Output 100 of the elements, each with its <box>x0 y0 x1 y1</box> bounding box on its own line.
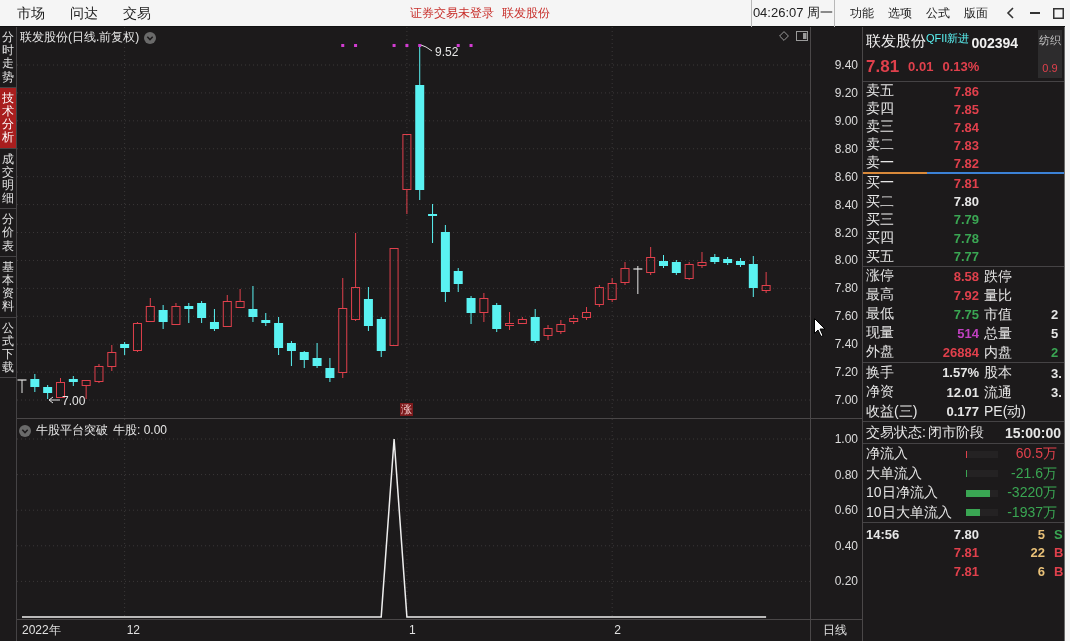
tick-price: 7.81 <box>953 545 979 561</box>
stat-label: 现量 <box>866 324 894 343</box>
order-label: 卖五 <box>866 82 894 100</box>
axis-tick-label: 1.00 <box>834 432 858 446</box>
order-price: 7.85 <box>953 101 979 117</box>
menu-item[interactable]: 问达 <box>70 4 98 22</box>
price-axis-label: 7.00 <box>834 393 858 408</box>
stat-value: 3. <box>1051 365 1062 381</box>
stock-name: 联发股份 <box>866 32 926 51</box>
order-price: 7.80 <box>953 194 979 210</box>
flow-value: 60.5万 <box>1014 445 1058 464</box>
indicator-name: 牛股平台突破 <box>36 422 108 439</box>
axis-tick-label: 0.20 <box>834 574 858 589</box>
stat-label: 最低 <box>866 305 894 324</box>
menu-item[interactable]: 功能 <box>850 4 874 22</box>
date-axis-label: 1 <box>408 622 416 638</box>
side-tab[interactable]: 技术分析 <box>0 87 16 149</box>
order-price: 7.78 <box>953 230 979 246</box>
tick-volume: 5 <box>1037 526 1045 542</box>
tick-price: 7.80 <box>953 526 979 542</box>
date-axis-label: 12 <box>126 622 140 638</box>
stat-label: 内盘 <box>984 343 1012 360</box>
order-price: 7.84 <box>953 119 979 135</box>
stat-value: 2 <box>1051 307 1059 323</box>
stat-value: 514 <box>957 325 979 341</box>
price-axis-label: 7.80 <box>834 281 858 296</box>
tick-side: S <box>1054 526 1063 542</box>
flow-value: -21.6万 <box>1010 464 1058 483</box>
tick-side: B <box>1054 563 1064 579</box>
menu-item[interactable]: 交易 <box>123 4 151 22</box>
stat-value: 3. <box>1051 385 1062 401</box>
stat-label: 股本 <box>984 364 1012 381</box>
order-label: 买五 <box>866 247 894 266</box>
flow-value: -3220万 <box>1006 484 1058 503</box>
chart-title: 联发股份(日线.前复权) <box>20 29 140 46</box>
login-status: 证券交易未登录 <box>410 4 494 22</box>
tick-price: 7.81 <box>953 563 979 579</box>
tick-time: 14:56 <box>866 526 900 542</box>
order-price: 7.81 <box>953 175 979 191</box>
stat-label: 涨停 <box>866 267 894 286</box>
stock-code: 002394 <box>971 35 1019 51</box>
order-price: 7.77 <box>953 249 979 265</box>
price-axis-label: 8.60 <box>834 169 858 184</box>
flow-label: 10日大单流入 <box>865 503 953 522</box>
stat-label: 市值 <box>984 305 1012 322</box>
stat-value: 2 <box>1051 345 1059 361</box>
last-price: 7.81 <box>866 56 900 77</box>
stat-label: 跌停 <box>984 267 1012 284</box>
stat-label: 总量 <box>984 324 1012 341</box>
status-time: 15:00:00 <box>1004 424 1061 441</box>
stat-value: 7.75 <box>953 306 979 322</box>
price-axis-label: 9.20 <box>834 85 858 100</box>
tick-volume: 6 <box>1037 563 1045 579</box>
stat-value: 8.58 <box>953 268 979 284</box>
axis-tick-label: 0.80 <box>834 467 858 482</box>
price-change: 0.01 <box>908 59 934 74</box>
mouse-pointer-icon <box>814 318 826 337</box>
axis-tick-label: 0.60 <box>834 503 858 518</box>
chevron-left-icon[interactable] <box>1006 7 1014 19</box>
date-axis-label: 2022年 <box>22 622 61 638</box>
order-label: 卖三 <box>866 118 894 136</box>
price-axis-label: 7.40 <box>834 337 858 352</box>
price-axis-label: 9.00 <box>834 113 858 128</box>
axis-tick-label: 0.40 <box>834 538 858 553</box>
price-axis-label: 8.00 <box>834 253 858 268</box>
price-axis-label: 8.80 <box>834 141 858 156</box>
chevron-down-icon[interactable] <box>144 31 157 44</box>
status-label: 交易状态: <box>866 423 926 442</box>
flow-label: 大单流入 <box>865 464 923 483</box>
price-axis-label: 8.20 <box>834 225 858 240</box>
stat-label: 外盘 <box>866 343 894 362</box>
stat-label: 收益(三) <box>866 402 918 421</box>
chevron-down-icon[interactable] <box>19 424 31 437</box>
sector-name: 纺织 <box>1039 33 1061 48</box>
maximize-icon[interactable] <box>1053 7 1064 19</box>
stat-value: 12.01 <box>946 384 979 400</box>
stat-label: 换手 <box>866 363 894 382</box>
stat-value: 1.57% <box>942 365 979 381</box>
limit-up-mark: 涨 <box>400 403 413 416</box>
menu-item[interactable]: 版面 <box>964 4 988 22</box>
tick-volume: 22 <box>1030 545 1045 561</box>
price-axis-label: 8.40 <box>834 197 858 212</box>
panel-icon[interactable] <box>796 31 808 41</box>
indicator-reading: 牛股: 0.00 <box>113 422 168 439</box>
order-label: 买二 <box>866 192 894 211</box>
menu-item[interactable]: 选项 <box>888 4 912 22</box>
tick-side: B <box>1054 545 1064 561</box>
change-percent: 0.13% <box>942 59 980 74</box>
menu-item[interactable]: 市场 <box>17 4 45 22</box>
price-axis-label: 9.40 <box>834 58 858 72</box>
stat-value: 5 <box>1051 326 1059 342</box>
stat-value: 26884 <box>942 344 979 360</box>
order-label: 买四 <box>866 229 894 248</box>
stat-value: 0.177 <box>946 404 979 420</box>
menu-item[interactable]: 公式 <box>926 4 950 22</box>
order-label: 卖四 <box>866 100 894 118</box>
stat-label: 量比 <box>984 286 1012 303</box>
order-price: 7.83 <box>953 137 979 153</box>
order-price: 7.82 <box>953 155 979 171</box>
diamond-icon[interactable] <box>779 31 789 41</box>
